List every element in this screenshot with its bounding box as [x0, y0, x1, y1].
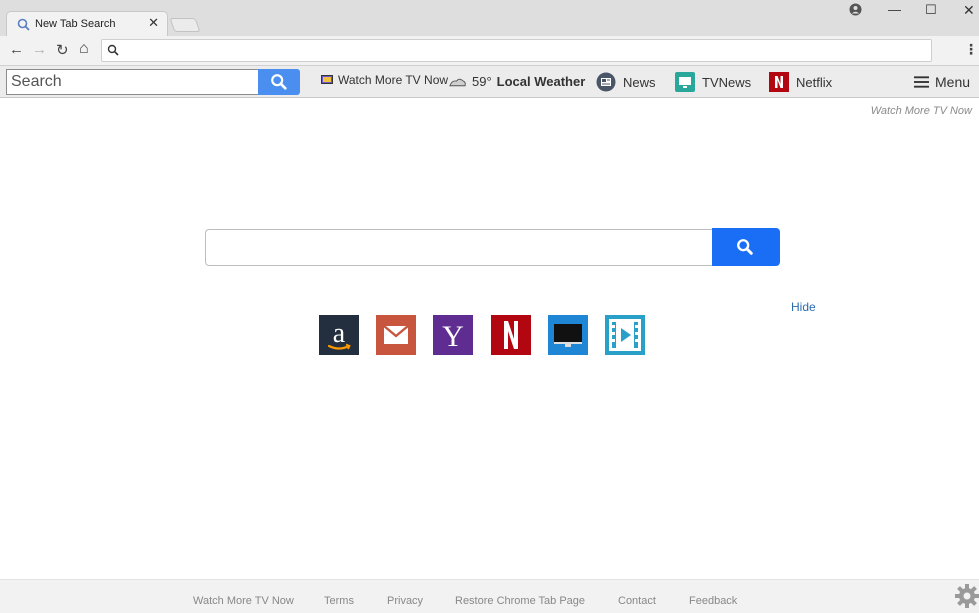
monitor-icon [554, 324, 582, 347]
netflix-link[interactable]: Netflix [769, 72, 832, 92]
extension-menu-button[interactable]: Menu [914, 74, 970, 90]
watch-tv-label: Watch More TV Now [338, 73, 449, 87]
news-link[interactable]: News [596, 72, 656, 92]
main-search-input[interactable] [205, 229, 713, 266]
video-tile[interactable] [605, 315, 645, 355]
svg-text:Y: Y [442, 320, 464, 353]
tv-screen-icon [321, 75, 333, 84]
menu-label: Menu [935, 74, 971, 90]
mail-icon [383, 325, 409, 344]
browser-toolbar: ← → ↻ ⌂ ⋮ [0, 36, 979, 66]
netflix-label: Netflix [796, 74, 833, 90]
maximize-button[interactable]: ☐ [925, 2, 937, 18]
home-button[interactable]: ⌂ [79, 40, 89, 58]
netflix-icon [504, 321, 518, 349]
news-label: News [623, 74, 656, 90]
new-tab-button[interactable] [169, 18, 201, 32]
yahoo-icon: Y [442, 320, 464, 353]
search-icon [107, 44, 119, 56]
footer-link-contact[interactable]: Contact [618, 595, 656, 607]
amazon-tile[interactable]: a [319, 315, 359, 355]
tvnews-label: TVNews [702, 74, 752, 90]
search-icon [271, 74, 287, 90]
weather-label: Local Weather [496, 74, 586, 89]
hamburger-icon [914, 76, 929, 88]
footer-link-privacy[interactable]: Privacy [387, 595, 423, 607]
main-search-button[interactable] [712, 228, 780, 266]
tvnews-link[interactable]: TVNews [675, 72, 751, 92]
tab-close-icon[interactable]: ✕ [148, 15, 159, 31]
hide-tiles-link[interactable]: Hide [791, 300, 816, 314]
footer-link-terms[interactable]: Terms [324, 595, 354, 607]
cloud-icon [449, 78, 466, 86]
footer-link-restore[interactable]: Restore Chrome Tab Page [455, 595, 585, 607]
svg-text:a: a [333, 318, 346, 349]
footer-link-feedback[interactable]: Feedback [689, 595, 737, 607]
tv-icon [675, 72, 695, 92]
brand-label: Watch More TV Now [870, 105, 972, 117]
back-button[interactable]: ← [9, 41, 24, 58]
amazon-icon: a [327, 318, 351, 350]
browser-menu-icon[interactable]: ⋮ [964, 41, 978, 58]
tab-title: New Tab Search [35, 18, 116, 30]
address-bar[interactable] [101, 39, 932, 62]
gmail-tile[interactable] [376, 315, 416, 355]
browser-tab[interactable]: New Tab Search ✕ [6, 11, 168, 37]
tv-tile[interactable] [548, 315, 588, 355]
weather-temp: 59° [472, 74, 492, 89]
yahoo-tile[interactable]: Y [433, 315, 473, 355]
minimize-button[interactable]: — [888, 2, 901, 17]
footer-link-watch-tv[interactable]: Watch More TV Now [193, 595, 294, 607]
browser-title-bar: New Tab Search ✕ — ☐ ✕ [0, 0, 979, 37]
local-weather-link[interactable]: 59° Local Weather [449, 74, 585, 89]
profile-icon[interactable] [849, 3, 862, 16]
page-footer: Watch More TV Now Terms Privacy Restore … [0, 579, 979, 613]
video-play-icon [609, 319, 641, 351]
toolbar-search-button[interactable] [258, 69, 300, 95]
extension-toolbar: Watch More TV Now 59° Local Weather News… [0, 66, 979, 98]
search-icon [17, 18, 30, 31]
reload-button[interactable]: ↻ [56, 41, 69, 59]
watch-tv-link[interactable]: Watch More TV Now [321, 73, 448, 87]
gear-icon[interactable] [955, 584, 979, 608]
netflix-icon [769, 72, 789, 92]
search-icon [737, 239, 753, 255]
netflix-tile[interactable] [491, 315, 531, 355]
newspaper-icon [596, 72, 616, 92]
forward-button[interactable]: → [32, 41, 47, 58]
toolbar-search-input[interactable] [6, 69, 259, 95]
close-window-button[interactable]: ✕ [963, 2, 975, 19]
